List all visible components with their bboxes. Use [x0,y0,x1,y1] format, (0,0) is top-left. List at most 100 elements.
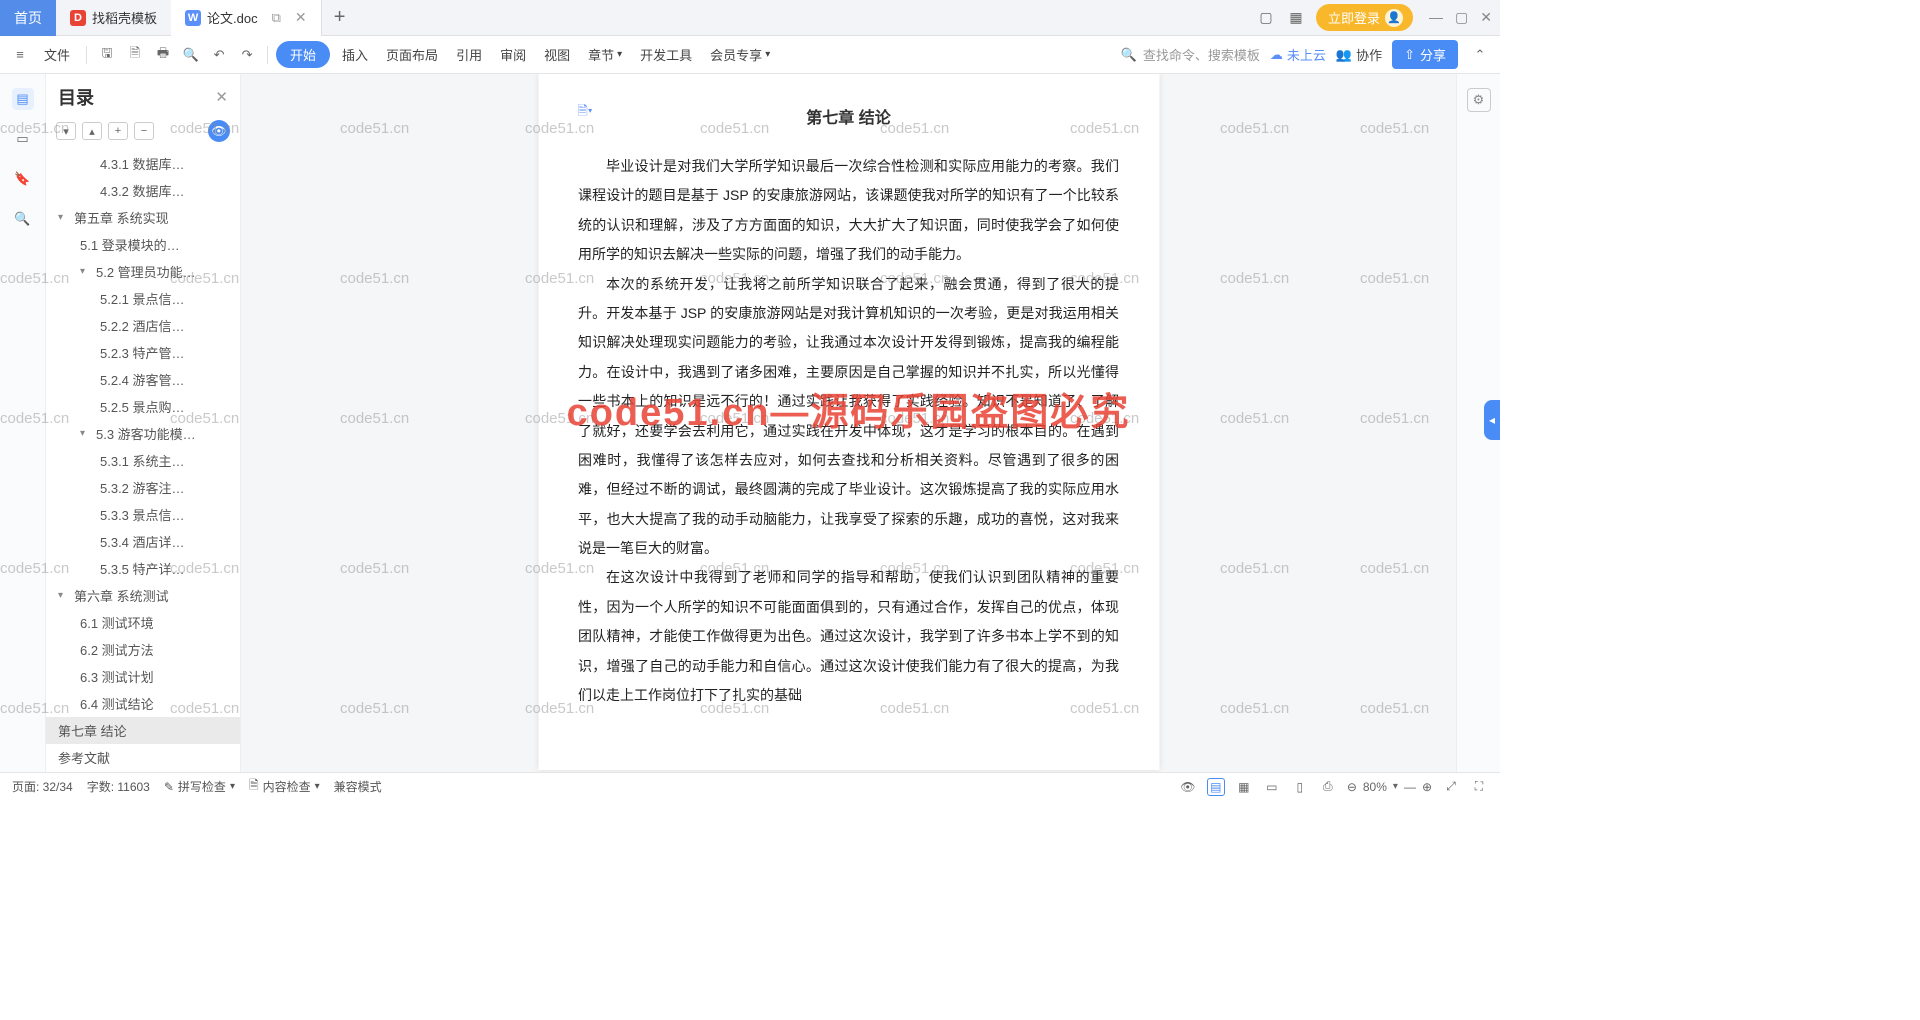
save-as-icon[interactable]: 🗎 [123,43,147,67]
find-icon[interactable]: 🔍 [12,208,34,230]
window-layout-icon[interactable]: ▢ [1256,8,1276,28]
document-viewport[interactable]: 🗎▾ 第七章 结论 毕业设计是对我们大学所学知识最后一次综合性检测和实际应用能力… [241,74,1456,772]
menu-review[interactable]: 审阅 [500,45,526,64]
avatar-icon: 👤 [1385,9,1403,27]
outline-item[interactable]: ▾5.3 游客功能模… [46,420,240,447]
side-tab[interactable]: ◂ [1484,400,1500,440]
redo-icon[interactable]: ↷ [235,43,259,67]
close-icon[interactable]: ✕ [295,9,307,26]
word-count[interactable]: 字数: 11603 [87,778,150,795]
tab-templates[interactable]: D 找稻壳模板 [56,0,171,36]
outline-item[interactable]: 5.2.5 景点购… [46,393,240,420]
add-icon[interactable]: + [108,122,128,140]
menu-dev-tools[interactable]: 开发工具 [640,45,692,64]
outline-item[interactable]: 5.3.3 景点信… [46,501,240,528]
outline-item[interactable]: 5.3.2 游客注… [46,474,240,501]
collapse-ribbon-icon[interactable]: ⌃ [1468,43,1492,67]
outline-item[interactable]: ▾第六章 系统测试 [46,582,240,609]
page-action-icon[interactable]: 🗎▾ [574,102,596,124]
outline-item[interactable]: 5.2.4 游客管… [46,366,240,393]
popout-icon[interactable]: ⧉ [272,10,281,26]
share-icon: ⇧ [1404,47,1415,63]
menu-insert[interactable]: 插入 [342,45,368,64]
menu-view[interactable]: 视图 [544,45,570,64]
outline-item[interactable]: 6.4 测试结论 [46,690,240,717]
outline-item[interactable]: 5.3.4 酒店详… [46,528,240,555]
outline-item[interactable]: 6.1 测试环境 [46,609,240,636]
tab-document-active[interactable]: W 论文.doc ⧉ ✕ [171,0,322,36]
undo-icon[interactable]: ↶ [207,43,231,67]
view-web-icon[interactable]: ▭ [1263,778,1281,796]
maximize-icon[interactable]: ▢ [1455,9,1468,26]
fullscreen-icon[interactable]: ⛶ [1470,778,1488,796]
outline-item[interactable]: 5.3.1 系统主… [46,447,240,474]
visibility-icon[interactable]: 👁 [208,120,230,142]
print-preview-icon[interactable]: 🔍 [179,43,203,67]
eye-icon[interactable]: 👁 [1179,778,1197,796]
spell-check[interactable]: ✎拼写检查▾ [164,778,235,795]
tab-label: 找稻壳模板 [92,8,157,27]
outline-label: 5.2.5 景点购… [100,397,185,416]
menu-chapter[interactable]: 章节▾ [588,45,622,64]
cloud-status[interactable]: ☁ 未上云 [1270,45,1326,64]
outline-item[interactable]: ▾第五章 系统实现 [46,204,240,231]
left-rail: ▤ ▭ 🔖 🔍 [0,74,46,772]
outline-item[interactable]: 5.1 登录模块的… [46,231,240,258]
outline-item[interactable]: 5.2.3 特产管… [46,339,240,366]
outline-item[interactable]: 5.2.1 景点信… [46,285,240,312]
menu-page-layout[interactable]: 页面布局 [386,45,438,64]
tab-label: 论文.doc [207,8,258,27]
remove-icon[interactable]: − [134,122,154,140]
apps-icon[interactable]: ▦ [1286,8,1306,28]
share-button[interactable]: ⇧ 分享 [1392,40,1458,69]
hamburger-icon[interactable]: ≡ [8,43,32,67]
thumbnail-icon[interactable]: ▭ [12,128,34,150]
new-tab-button[interactable]: + [322,6,358,29]
outline-label: 参考文献 [58,748,110,767]
view-outline-icon[interactable]: ▦ [1235,778,1253,796]
collab-button[interactable]: 👥 协作 [1336,45,1382,64]
outline-item[interactable]: 4.3.1 数据库… [46,150,240,177]
tab-start[interactable]: 开始 [276,41,330,68]
compat-mode[interactable]: 兼容模式 [334,778,382,795]
save-icon[interactable]: 🖫 [95,43,119,67]
outline-icon[interactable]: ▤ [12,88,34,110]
outline-item[interactable]: 致 谢 [46,771,240,772]
outline-item[interactable]: 4.3.2 数据库… [46,177,240,204]
outline-label: 5.3 游客功能模… [96,424,196,443]
view-page-icon[interactable]: ▤ [1207,778,1225,796]
file-menu[interactable]: 文件 [36,41,78,68]
zoom-control[interactable]: ⊖ 80% ▾ — ⊕ [1347,780,1432,794]
expand-all-icon[interactable]: ▴ [82,122,102,140]
settings-icon[interactable]: ⚙ [1467,88,1491,112]
zoom-out-icon[interactable]: ⊖ [1347,780,1357,794]
menu-reference[interactable]: 引用 [456,45,482,64]
outline-item[interactable]: 5.3.5 特产详… [46,555,240,582]
zoom-in-icon[interactable]: ⊕ [1422,780,1432,794]
outline-item[interactable]: ▾5.2 管理员功能… [46,258,240,285]
content-check[interactable]: 🗎内容检查▾ [249,776,320,797]
tab-home[interactable]: 首页 [0,0,56,36]
outline-label: 6.2 测试方法 [80,640,154,659]
login-button[interactable]: 立即登录 👤 [1316,4,1413,31]
bookmark-icon[interactable]: 🔖 [12,168,34,190]
view-cols-icon[interactable]: ⎙ [1319,778,1337,796]
menu-vip[interactable]: 会员专享▾ [710,45,770,64]
minimize-icon[interactable]: — [1429,9,1443,26]
outline-item[interactable]: 5.2.2 酒店信… [46,312,240,339]
page-count[interactable]: 页面: 32/34 [12,778,73,795]
view-read-icon[interactable]: ▯ [1291,778,1309,796]
zoom-in-icon[interactable]: — [1404,780,1416,794]
close-window-icon[interactable]: ✕ [1480,9,1492,26]
outline-item[interactable]: 参考文献 [46,744,240,771]
search-input[interactable]: 🔍 查找命令、搜索模板 [1121,45,1260,64]
outline-item[interactable]: 第七章 结论 [46,717,240,744]
collapse-all-icon[interactable]: ▾ [56,122,76,140]
outline-item[interactable]: 6.2 测试方法 [46,636,240,663]
people-icon: 👥 [1336,47,1352,63]
panel-close-icon[interactable]: ✕ [215,88,228,106]
fit-icon[interactable]: ⤢ [1442,778,1460,796]
zoom-value: 80% [1363,780,1387,794]
outline-item[interactable]: 6.3 测试计划 [46,663,240,690]
print-icon[interactable]: 🖶 [151,43,175,67]
